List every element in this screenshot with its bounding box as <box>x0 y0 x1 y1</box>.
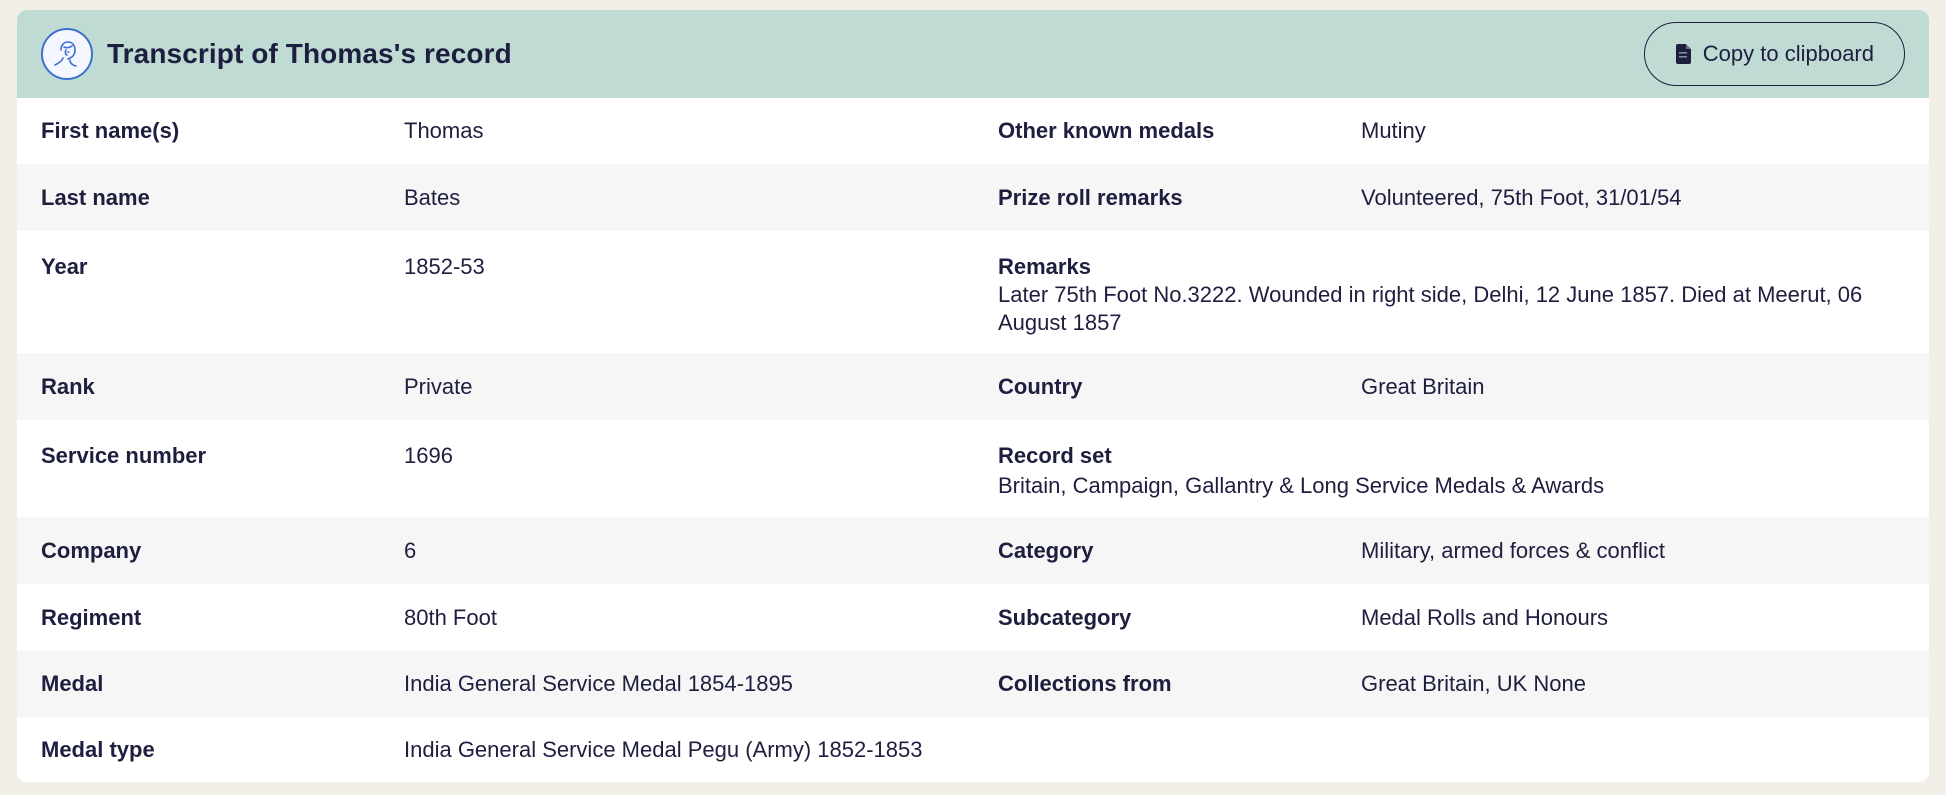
table-row: Medal type India General Service Medal P… <box>17 717 1929 782</box>
transcript-header: Transcript of Thomas's record Copy to cl… <box>17 10 1929 98</box>
table-row: First name(s) Thomas Other known medals … <box>17 98 1929 164</box>
table-row: Service number 1696 Record set Britain, … <box>17 420 1929 517</box>
field-value: Britain, Campaign, Gallantry & Long Serv… <box>998 473 1605 498</box>
clipboard-icon <box>1675 43 1693 65</box>
field-value: Great Britain <box>1361 373 1485 399</box>
person-portrait-icon <box>41 28 93 80</box>
field-label: Other known medals <box>998 118 1215 143</box>
field-value: Volunteered, 75th Foot, 31/01/54 <box>1361 184 1682 210</box>
field-value: Private <box>404 373 473 399</box>
field-value: India General Service Medal 1854-1895 <box>404 671 793 696</box>
field-label: Company <box>41 537 142 563</box>
field-label: Regiment <box>41 604 142 630</box>
field-value: Military, armed forces & conflict <box>1361 537 1666 563</box>
table-row: Year 1852-53 Remarks Later 75th Foot No.… <box>17 231 1929 353</box>
field-value: 80th Foot <box>404 604 497 630</box>
field-value: Later 75th Foot No.3222. Wounded in righ… <box>998 282 1863 335</box>
remarks-field: Remarks Later 75th Foot No.3222. Wounded… <box>998 231 1905 353</box>
field-label: Remarks <box>998 254 1091 279</box>
field-label: Last name <box>41 184 150 210</box>
table-row: Medal India General Service Medal 1854-1… <box>17 651 1929 717</box>
table-row: Company 6 Category Military, armed force… <box>17 517 1929 584</box>
field-value: Great Britain, UK None <box>1361 671 1586 696</box>
field-label: Category <box>998 537 1094 563</box>
page-title: Transcript of Thomas's record <box>107 38 512 69</box>
field-label: Country <box>998 373 1083 399</box>
field-label: Service number <box>41 443 207 468</box>
table-row: Regiment 80th Foot Subcategory Medal Rol… <box>17 584 1929 651</box>
table-row: Last name Bates Prize roll remarks Volun… <box>17 164 1929 231</box>
field-value: Medal Rolls and Honours <box>1361 604 1609 630</box>
field-value: Bates <box>404 184 461 210</box>
copy-button-label: Copy to clipboard <box>1702 41 1874 66</box>
field-label: Medal type <box>41 737 155 762</box>
table-row: Rank Private Country Great Britain <box>17 353 1929 420</box>
field-value: 1696 <box>404 443 453 468</box>
field-label: First name(s) <box>41 118 180 143</box>
field-value: Thomas <box>404 118 484 143</box>
field-label: Year <box>41 254 88 279</box>
field-value: 6 <box>404 537 417 563</box>
record-set-field: Record set Britain, Campaign, Gallantry … <box>998 420 1905 517</box>
field-label: Prize roll remarks <box>998 184 1183 210</box>
field-label: Subcategory <box>998 604 1132 630</box>
field-label: Collections from <box>998 671 1172 696</box>
record-transcript-card: Transcript of Thomas's record Copy to cl… <box>17 10 1929 782</box>
record-fields-table: First name(s) Thomas Other known medals … <box>17 98 1929 782</box>
field-label: Medal <box>41 671 104 696</box>
field-label: Record set <box>998 443 1112 468</box>
field-label: Rank <box>41 373 95 399</box>
copy-to-clipboard-button[interactable]: Copy to clipboard <box>1643 22 1905 86</box>
field-value: India General Service Medal Pegu (Army) … <box>404 737 923 762</box>
field-value: Mutiny <box>1361 118 1426 143</box>
field-value: 1852-53 <box>404 254 485 279</box>
